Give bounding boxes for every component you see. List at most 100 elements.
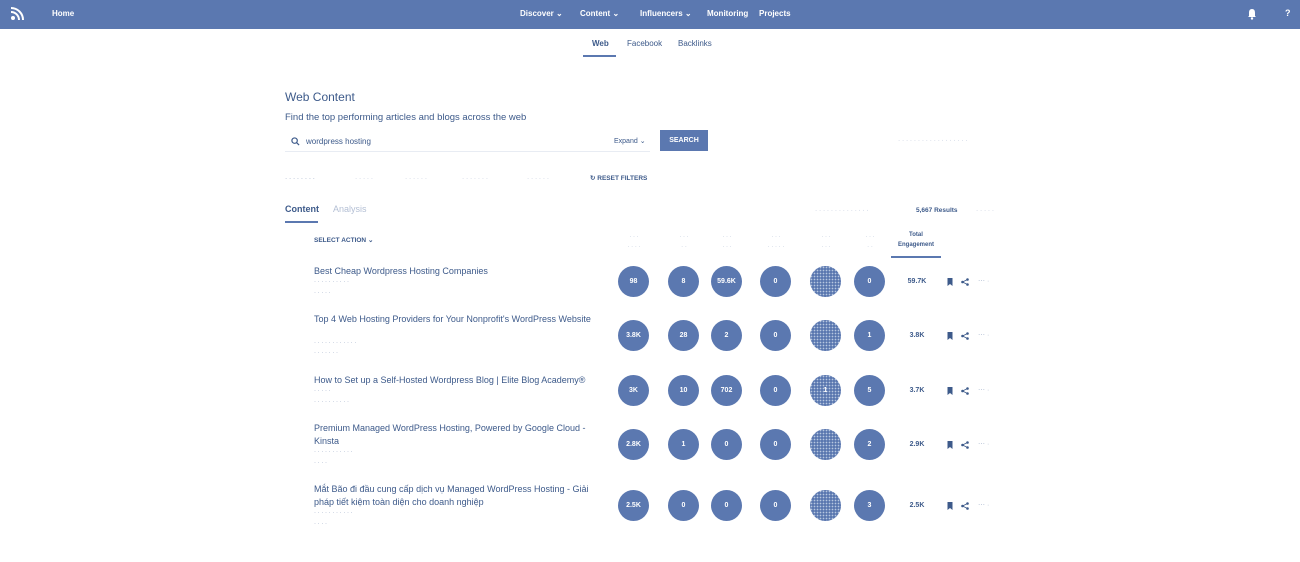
metric-circle: 0 bbox=[854, 266, 885, 297]
active-sort-indicator bbox=[891, 256, 941, 258]
column-header[interactable]: · · · · · · · · bbox=[756, 232, 796, 252]
nav-discover[interactable]: Discover ⌄ bbox=[520, 9, 563, 18]
sort-selector[interactable]: · · · · · · · · · · · · · · bbox=[815, 207, 869, 214]
column-header-total-engagement[interactable]: Total Engagement bbox=[891, 230, 941, 250]
table-row: Top 4 Web Hosting Providers for Your Non… bbox=[0, 311, 1300, 366]
article-domain[interactable]: · · · · · · · · · · bbox=[314, 399, 349, 405]
column-header[interactable]: · · · · · bbox=[850, 232, 890, 252]
nav-content[interactable]: Content ⌄ bbox=[580, 9, 619, 18]
table-row: Mắt Bão đi đầu cung cấp dịch vụ Managed … bbox=[0, 481, 1300, 536]
tab-content[interactable]: Content bbox=[285, 204, 319, 214]
metric-circle bbox=[810, 429, 841, 460]
article-title[interactable]: Mắt Bão đi đầu cung cấp dịch vụ Managed … bbox=[314, 483, 599, 508]
article-domain[interactable]: · · · · bbox=[314, 521, 327, 527]
total-engagement: 2.5K bbox=[909, 502, 925, 509]
article-domain[interactable]: · · · · bbox=[314, 460, 327, 466]
filter-3[interactable]: · · · · · · · bbox=[462, 175, 488, 182]
select-action-dropdown[interactable]: SELECT ACTION ⌄ bbox=[314, 236, 373, 244]
page-title: Web Content bbox=[285, 90, 355, 104]
metric-circle: 10 bbox=[668, 375, 699, 406]
filter-1[interactable]: · · · · · bbox=[355, 175, 373, 182]
metric-circle: 3.8K bbox=[618, 320, 649, 351]
article-meta: · · · · · · · · · · bbox=[314, 279, 349, 285]
filter-2[interactable]: · · · · · · bbox=[405, 175, 427, 182]
top-nav-bar: Home Discover ⌄ Content ⌄ Influencers ⌄ … bbox=[0, 0, 1300, 29]
bookmark-icon[interactable] bbox=[946, 278, 954, 286]
tab-facebook[interactable]: Facebook bbox=[627, 39, 662, 48]
metric-circle bbox=[810, 320, 841, 351]
metric-circle bbox=[810, 266, 841, 297]
metric-circle bbox=[810, 490, 841, 521]
active-tab-indicator bbox=[285, 221, 318, 223]
more-actions-icon[interactable]: ⋯ · bbox=[978, 501, 1002, 509]
bookmark-icon[interactable] bbox=[946, 387, 954, 395]
refresh-icon: ↻ bbox=[590, 175, 596, 182]
metric-circle: 0 bbox=[668, 490, 699, 521]
chevron-down-icon: ⌄ bbox=[556, 9, 563, 18]
more-actions-icon[interactable]: ⋯ · bbox=[978, 277, 1002, 285]
column-header[interactable]: · · · · · · bbox=[707, 232, 747, 252]
chevron-down-icon: ⌄ bbox=[367, 237, 374, 244]
bell-icon[interactable] bbox=[1247, 8, 1257, 20]
reset-filters-button[interactable]: ↻ RESET FILTERS bbox=[590, 174, 647, 182]
metric-circle: 98 bbox=[618, 266, 649, 297]
table-row: Best Cheap Wordpress Hosting Companies ·… bbox=[0, 262, 1300, 317]
rss-logo-icon[interactable] bbox=[9, 6, 25, 22]
article-meta: · · · · · · · · · · · bbox=[314, 510, 353, 516]
metric-circle: 2.5K bbox=[618, 490, 649, 521]
table-row: Premium Managed WordPress Hosting, Power… bbox=[0, 420, 1300, 475]
article-title[interactable]: Top 4 Web Hosting Providers for Your Non… bbox=[314, 313, 599, 326]
column-header[interactable]: · · · · · · · bbox=[614, 232, 654, 252]
column-header[interactable]: · · · · · bbox=[664, 232, 704, 252]
metric-circle: 1 bbox=[810, 375, 841, 406]
save-search-link[interactable]: · · · · · · · · · · · · · · · · · · bbox=[898, 137, 968, 144]
bookmark-icon[interactable] bbox=[946, 332, 954, 340]
total-engagement: 3.8K bbox=[909, 332, 925, 339]
expand-dropdown[interactable]: Expand ⌄ bbox=[614, 137, 646, 145]
share-icon[interactable] bbox=[961, 502, 969, 510]
table-row: How to Set up a Self-Hosted Wordpress Bl… bbox=[0, 371, 1300, 426]
share-icon[interactable] bbox=[961, 278, 969, 286]
metric-circle: 0 bbox=[711, 490, 742, 521]
more-actions-icon[interactable]: ⋯ · bbox=[978, 331, 1002, 339]
help-button[interactable]: ? bbox=[1285, 8, 1291, 18]
bookmark-icon[interactable] bbox=[946, 441, 954, 449]
more-actions-icon[interactable]: ⋯ · bbox=[978, 386, 1002, 394]
tab-web[interactable]: Web bbox=[592, 39, 609, 48]
search-input[interactable] bbox=[306, 134, 596, 148]
page-subtitle: Find the top performing articles and blo… bbox=[285, 112, 527, 123]
filter-4[interactable]: · · · · · · bbox=[527, 175, 549, 182]
article-domain[interactable]: · · · · · bbox=[314, 290, 331, 296]
share-icon[interactable] bbox=[961, 387, 969, 395]
total-engagement: 3.7K bbox=[909, 387, 925, 394]
search-button[interactable]: SEARCH bbox=[660, 130, 708, 151]
more-actions-icon[interactable]: ⋯ · bbox=[978, 440, 1002, 448]
tab-backlinks[interactable]: Backlinks bbox=[678, 39, 712, 48]
metric-circle: 5 bbox=[854, 375, 885, 406]
chevron-down-icon: ⌄ bbox=[612, 9, 620, 18]
metric-circle: 1 bbox=[668, 429, 699, 460]
article-title[interactable]: Best Cheap Wordpress Hosting Companies bbox=[314, 265, 599, 278]
metric-circle: 0 bbox=[760, 429, 791, 460]
nav-monitoring[interactable]: Monitoring bbox=[707, 9, 748, 18]
view-selector[interactable]: · · · · · bbox=[976, 207, 994, 214]
chevron-down-icon: ⌄ bbox=[684, 9, 692, 18]
article-domain[interactable]: · · · · · · · bbox=[314, 350, 338, 356]
article-title[interactable]: Premium Managed WordPress Hosting, Power… bbox=[314, 422, 599, 447]
tab-analysis[interactable]: Analysis bbox=[333, 204, 367, 214]
results-count: 5,667 Results bbox=[916, 207, 958, 214]
metric-circle: 0 bbox=[711, 429, 742, 460]
metric-circle: 0 bbox=[760, 375, 791, 406]
metric-circle: 2.8K bbox=[618, 429, 649, 460]
share-icon[interactable] bbox=[961, 441, 969, 449]
share-icon[interactable] bbox=[961, 332, 969, 340]
nav-projects[interactable]: Projects bbox=[759, 9, 791, 18]
nav-home[interactable]: Home bbox=[52, 9, 74, 18]
article-title[interactable]: How to Set up a Self-Hosted Wordpress Bl… bbox=[314, 374, 599, 387]
article-meta: · · · · · · · · · · · bbox=[314, 449, 353, 455]
bookmark-icon[interactable] bbox=[946, 502, 954, 510]
nav-influencers[interactable]: Influencers ⌄ bbox=[640, 9, 692, 18]
column-header[interactable]: · · · · · · bbox=[806, 232, 846, 252]
metric-circle: 28 bbox=[668, 320, 699, 351]
total-engagement: 2.9K bbox=[909, 441, 925, 448]
